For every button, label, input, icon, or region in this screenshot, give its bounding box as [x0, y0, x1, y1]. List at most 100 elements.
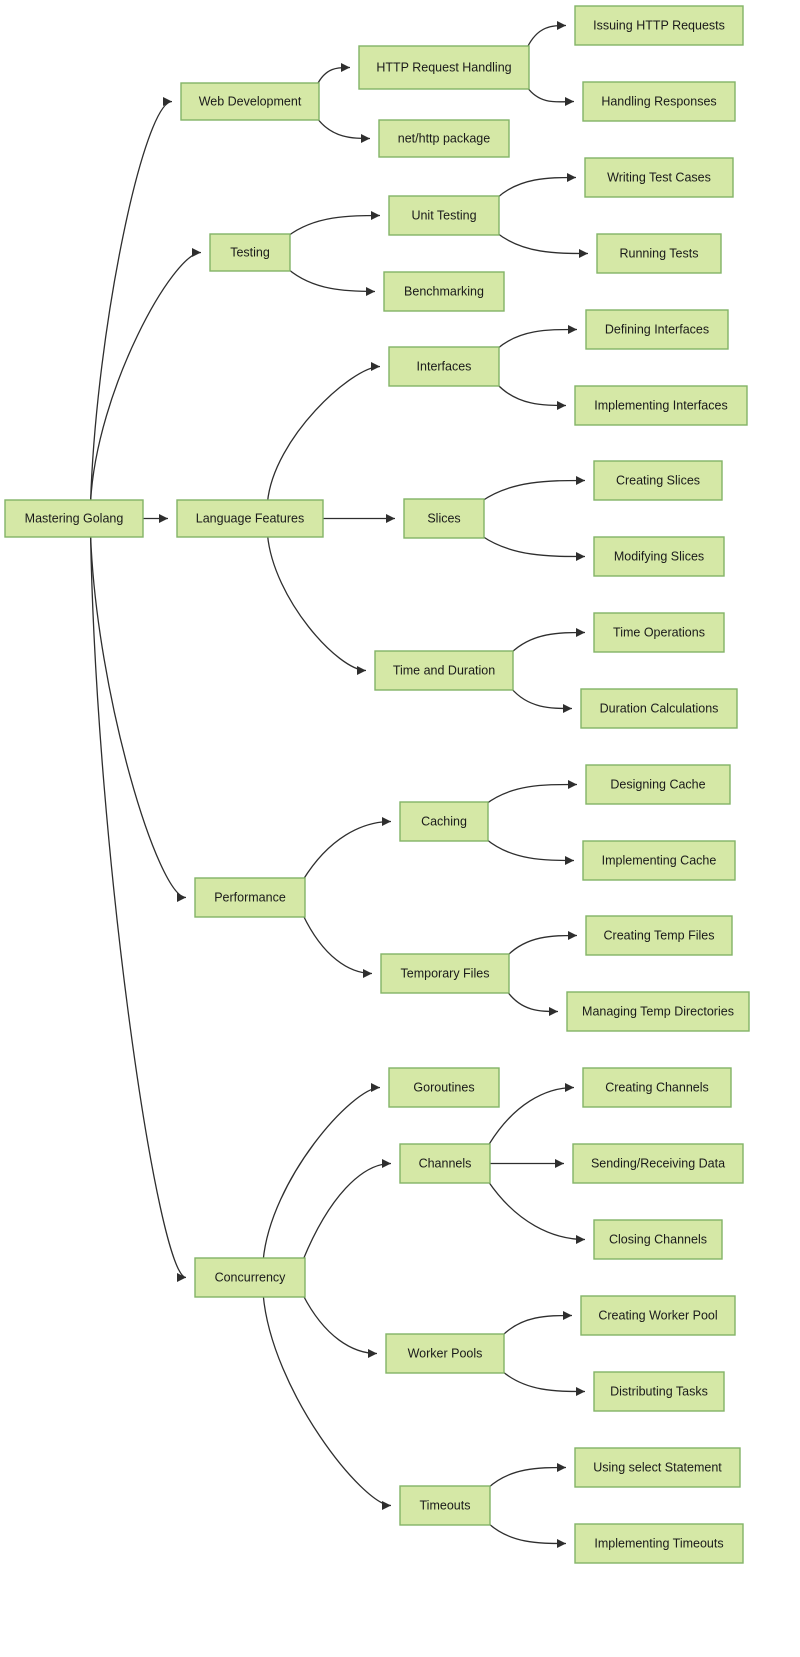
edge-concurrency-to-channels [302, 1162, 392, 1261]
edge-performance-to-temp_files [302, 914, 373, 975]
edge-root-to-web [89, 100, 173, 503]
node-langfeat[interactable]: Language Features [176, 499, 324, 538]
node-benchmarking[interactable]: Benchmarking [383, 271, 505, 312]
node-dist_tasks[interactable]: Distributing Tasks [593, 1371, 725, 1412]
edge-channels-to-closing_ch [487, 1180, 586, 1241]
edge-interfaces-to-def_interfaces [496, 328, 578, 350]
arrowhead-icon [386, 514, 395, 523]
node-nethttp[interactable]: net/http package [378, 119, 510, 158]
node-label: Distributing Tasks [610, 1384, 708, 1398]
edge-timeouts-to-impl_timeouts [487, 1522, 567, 1545]
node-goroutines[interactable]: Goroutines [388, 1067, 500, 1108]
edge-testing-to-unit_testing [287, 214, 381, 237]
edge-worker_pools-to-dist_tasks [501, 1370, 586, 1393]
node-label: Modifying Slices [614, 549, 704, 563]
node-web[interactable]: Web Development [180, 82, 320, 121]
edge-root-to-performance [89, 534, 187, 899]
node-testing[interactable]: Testing [209, 233, 291, 272]
arrowhead-icon [568, 780, 577, 789]
arrowhead-icon [567, 173, 576, 182]
node-modifying_slices[interactable]: Modifying Slices [593, 536, 725, 577]
node-label: Implementing Interfaces [594, 398, 727, 412]
node-unit_testing[interactable]: Unit Testing [388, 195, 500, 236]
node-concurrency[interactable]: Concurrency [194, 1257, 306, 1298]
node-interfaces[interactable]: Interfaces [388, 346, 500, 387]
node-label: Testing [230, 245, 270, 259]
node-root[interactable]: Mastering Golang [4, 499, 144, 538]
node-creating_temp[interactable]: Creating Temp Files [585, 915, 733, 956]
node-duration_calc[interactable]: Duration Calculations [580, 688, 738, 729]
node-creating_slices[interactable]: Creating Slices [593, 460, 723, 501]
node-label: Implementing Cache [602, 853, 717, 867]
node-label: Slices [427, 511, 460, 525]
node-using_select[interactable]: Using select Statement [574, 1447, 741, 1488]
node-creating_ch[interactable]: Creating Channels [582, 1067, 732, 1108]
edge-concurrency-to-worker_pools [302, 1294, 378, 1355]
arrowhead-icon [382, 1159, 391, 1168]
arrowhead-icon [159, 514, 168, 523]
node-label: Handling Responses [601, 94, 716, 108]
edge-caching-to-impl_cache [485, 838, 575, 862]
node-label: Defining Interfaces [605, 322, 709, 336]
node-impl_interfaces[interactable]: Implementing Interfaces [574, 385, 748, 426]
arrowhead-icon [576, 1235, 585, 1244]
arrowhead-icon [576, 552, 585, 561]
arrowhead-icon [557, 1539, 566, 1548]
node-time_duration[interactable]: Time and Duration [374, 650, 514, 691]
node-label: Creating Worker Pool [598, 1308, 717, 1322]
node-running_tests[interactable]: Running Tests [596, 233, 722, 274]
node-label: Sending/Receiving Data [591, 1156, 725, 1170]
node-label: Using select Statement [593, 1460, 722, 1474]
node-impl_timeouts[interactable]: Implementing Timeouts [574, 1523, 744, 1564]
node-managing_temp[interactable]: Managing Temp Directories [566, 991, 750, 1032]
node-label: Writing Test Cases [607, 170, 711, 184]
node-closing_ch[interactable]: Closing Channels [593, 1219, 723, 1260]
node-label: Mastering Golang [25, 511, 124, 525]
node-issuing[interactable]: Issuing HTTP Requests [574, 5, 744, 46]
node-label: Interfaces [417, 359, 472, 373]
node-label: Performance [214, 890, 286, 904]
node-caching[interactable]: Caching [399, 801, 489, 842]
node-label: Worker Pools [408, 1346, 483, 1360]
node-label: Caching [421, 814, 467, 828]
arrowhead-icon [579, 249, 588, 258]
node-slices[interactable]: Slices [403, 498, 485, 539]
edge-temp_files-to-creating_temp [506, 934, 578, 957]
node-performance[interactable]: Performance [194, 877, 306, 918]
node-label: Language Features [196, 511, 304, 525]
edge-timeouts-to-using_select [487, 1466, 567, 1489]
node-handling_resp[interactable]: Handling Responses [582, 81, 736, 122]
node-worker_pools[interactable]: Worker Pools [385, 1333, 505, 1374]
node-channels[interactable]: Channels [399, 1143, 491, 1184]
edge-langfeat-to-interfaces [266, 365, 381, 503]
edge-slices-to-modifying_slices [481, 535, 586, 558]
node-label: Running Tests [620, 246, 699, 260]
node-temp_files[interactable]: Temporary Files [380, 953, 510, 994]
node-writing_tests[interactable]: Writing Test Cases [584, 157, 734, 198]
node-label: Closing Channels [609, 1232, 707, 1246]
node-http_req[interactable]: HTTP Request Handling [358, 45, 530, 90]
arrowhead-icon [361, 134, 370, 143]
node-impl_cache[interactable]: Implementing Cache [582, 840, 736, 881]
arrowhead-icon [576, 628, 585, 637]
node-label: HTTP Request Handling [376, 60, 511, 74]
node-timeouts[interactable]: Timeouts [399, 1485, 491, 1526]
arrowhead-icon [568, 931, 577, 940]
node-def_interfaces[interactable]: Defining Interfaces [585, 309, 729, 350]
mindmap-canvas: Mastering Golang Web Development HTTP Requ… [0, 0, 800, 1657]
node-layer: Mastering Golang Web Development HTTP Requ… [4, 5, 750, 1564]
node-label: Channels [419, 1156, 472, 1170]
edge-unit_testing-to-running_tests [496, 232, 589, 255]
edge-layer [89, 21, 589, 1548]
node-label: Time Operations [613, 625, 705, 639]
node-creating_wp[interactable]: Creating Worker Pool [580, 1295, 736, 1336]
arrowhead-icon [371, 362, 380, 371]
node-time_ops[interactable]: Time Operations [593, 612, 725, 653]
arrowhead-icon [366, 287, 375, 296]
arrowhead-icon [177, 893, 186, 902]
node-design_cache[interactable]: Designing Cache [585, 764, 731, 805]
edge-time_duration-to-duration_calc [510, 687, 573, 710]
arrowhead-icon [563, 704, 572, 713]
arrowhead-icon [576, 1387, 585, 1396]
node-send_recv[interactable]: Sending/Receiving Data [572, 1143, 744, 1184]
